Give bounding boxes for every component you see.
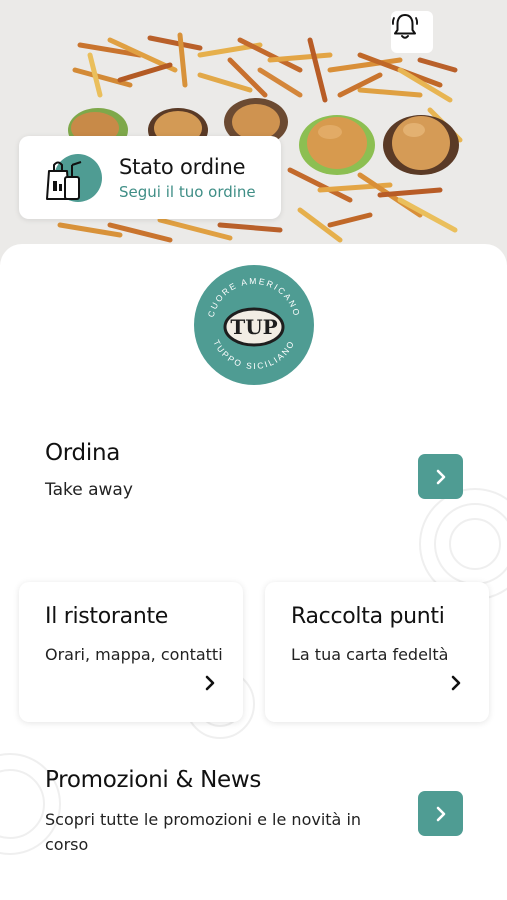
logo-brand: TUP	[230, 315, 277, 339]
order-status-subtitle: Segui il tuo ordine	[119, 182, 256, 201]
restaurant-logo: CUORE AMERICANO TUPPO SICILIANO TUP	[194, 265, 314, 385]
loyalty-points-subtitle: La tua carta fedeltà	[291, 645, 449, 664]
promotions-news-subtitle: Scopri tutte le promozioni e le novità i…	[45, 810, 362, 854]
chevron-right-icon	[436, 806, 445, 821]
bell-icon	[391, 14, 419, 39]
main-panel: CUORE AMERICANO TUPPO SICILIANO TUP Ordi…	[0, 244, 507, 864]
chevron-right-icon	[436, 469, 445, 484]
order-takeaway-title: Ordina	[45, 440, 121, 466]
order-status-card[interactable]: Stato ordine Segui il tuo ordine	[19, 136, 281, 219]
takeaway-bag-icon	[41, 151, 103, 205]
order-takeaway-button[interactable]	[418, 454, 463, 499]
restaurant-info-subtitle: Orari, mappa, contatti	[45, 645, 223, 664]
restaurant-info-title: Il ristorante	[45, 604, 169, 629]
promotions-news-section[interactable]: Promozioni & News Scopri tutte le promoz…	[45, 767, 375, 857]
promotions-news-title: Promozioni & News	[45, 767, 262, 793]
loyalty-points-card[interactable]: Raccolta punti La tua carta fedeltà	[265, 582, 489, 722]
chevron-right-icon	[451, 675, 461, 691]
loyalty-points-title: Raccolta punti	[291, 604, 445, 629]
bottom-strip	[0, 864, 507, 900]
restaurant-info-card[interactable]: Il ristorante Orari, mappa, contatti	[19, 582, 243, 722]
chevron-right-icon	[205, 675, 215, 691]
promotions-news-button[interactable]	[418, 791, 463, 836]
order-takeaway-subtitle: Take away	[45, 480, 133, 500]
order-status-title: Stato ordine	[119, 154, 246, 179]
order-takeaway-section[interactable]: Ordina Take away	[45, 440, 133, 500]
notifications-button[interactable]	[391, 11, 433, 53]
hero-image	[0, 0, 507, 265]
